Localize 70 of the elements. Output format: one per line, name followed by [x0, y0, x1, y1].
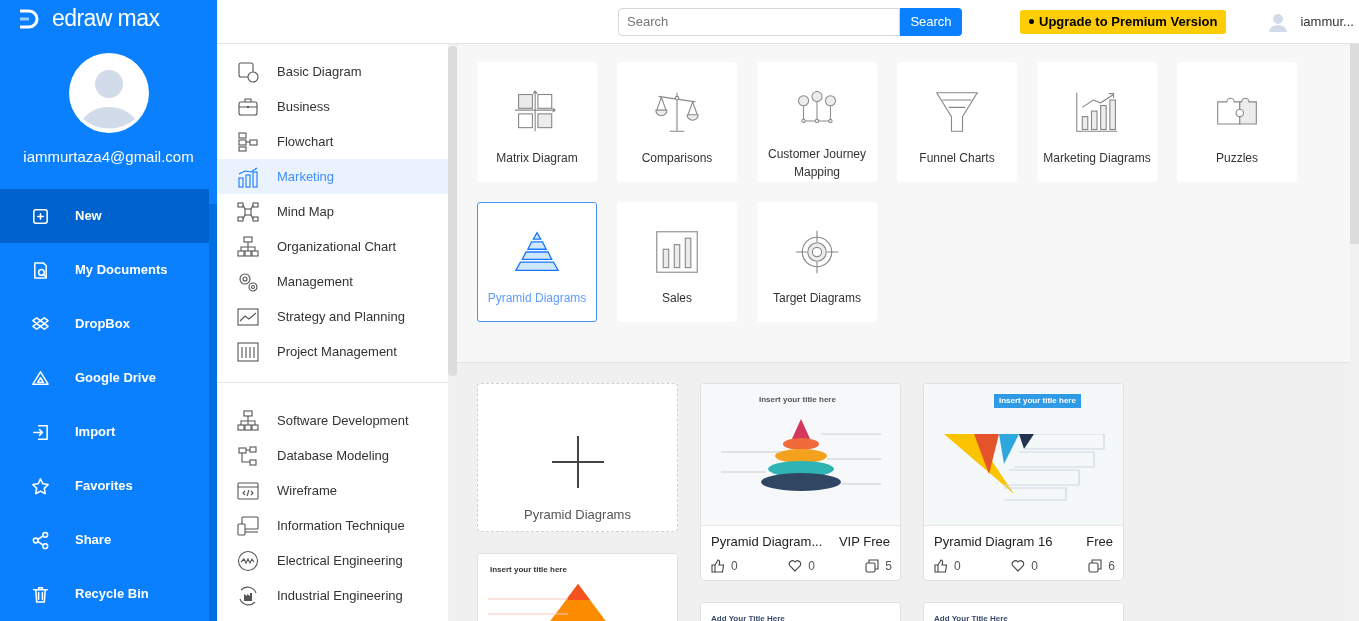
- template-name: Pyramid Diagram...: [711, 533, 823, 551]
- thumbs-up-count: 0: [731, 557, 738, 575]
- logo-text: edraw max: [52, 7, 160, 31]
- thumbs-up-icon[interactable]: [711, 558, 725, 573]
- funnel-icon: [934, 89, 980, 135]
- org-icon: [237, 235, 259, 258]
- avatar-icon: [68, 52, 149, 133]
- bars-icon: [237, 165, 259, 188]
- template-price: Free: [1086, 533, 1113, 551]
- import-icon: [31, 422, 50, 442]
- org-icon: [237, 409, 259, 432]
- star-icon: [31, 476, 50, 496]
- category-tile[interactable]: Marketing Diagrams: [1037, 62, 1157, 182]
- nav-item[interactable]: DropBox: [0, 297, 209, 351]
- nav-item[interactable]: Google Drive: [0, 351, 209, 405]
- category-tile[interactable]: Puzzles: [1177, 62, 1297, 182]
- template-card[interactable]: Insert your title here: [477, 553, 678, 621]
- heart-count: 0: [808, 557, 815, 575]
- category-tile[interactable]: Matrix Diagram: [477, 62, 597, 182]
- copy-icon[interactable]: [865, 558, 880, 573]
- template-name: Pyramid Diagram 16: [934, 533, 1053, 551]
- template-card[interactable]: Insert your title here Pyramid Diagram 16 Free 0 0 6: [923, 383, 1124, 581]
- thumbs-up-count: 0: [954, 557, 961, 575]
- scrollbar[interactable]: [448, 44, 457, 621]
- category-tile[interactable]: Funnel Charts: [897, 62, 1017, 182]
- search-input[interactable]: Search: [618, 7, 900, 36]
- template-card[interactable]: Insert your title here Pyramid Diagram... VIP Free 0 0 5: [700, 383, 901, 581]
- copy-count: 5: [885, 557, 892, 575]
- upgrade-button[interactable]: Upgrade to Premium Version: [1020, 9, 1227, 34]
- search-button[interactable]: Search: [900, 7, 962, 36]
- target-icon: [794, 229, 840, 275]
- category-tile[interactable]: Customer Journey Mapping: [757, 62, 877, 182]
- plus-icon: [551, 436, 604, 488]
- preview-title: Add Your Title Here: [934, 612, 1008, 621]
- heart-icon[interactable]: [788, 558, 803, 573]
- category-tile[interactable]: Comparisons: [617, 62, 737, 182]
- logo-icon: [18, 7, 40, 30]
- preview-title: Add Your Title Here: [711, 612, 785, 621]
- thumbs-up-icon[interactable]: [934, 558, 948, 573]
- nav-item[interactable]: Favorites: [0, 459, 209, 513]
- search-field[interactable]: Search Search: [618, 7, 962, 36]
- copy-icon[interactable]: [1088, 558, 1103, 573]
- nav-item[interactable]: Import: [0, 405, 209, 459]
- blank-template-card[interactable]: Pyramid Diagrams: [477, 383, 678, 532]
- nav-item[interactable]: Recycle Bin: [0, 567, 209, 621]
- trash-icon: [31, 584, 50, 604]
- sales-icon: [654, 229, 700, 275]
- template-card[interactable]: Add Your Title Here: [700, 601, 901, 621]
- template-price: VIP Free: [838, 533, 890, 551]
- category-tile[interactable]: Target Diagrams: [757, 202, 877, 322]
- category-tile[interactable]: Sales: [617, 202, 737, 322]
- user-email: iammurtaza4@gmail.com: [23, 146, 194, 167]
- username[interactable]: iammur...: [1300, 11, 1354, 32]
- heart-count: 0: [1031, 557, 1038, 575]
- copy-count: 6: [1108, 557, 1115, 575]
- code-icon: [237, 479, 259, 502]
- preview-title: Insert your title here: [759, 394, 836, 406]
- mindmap-icon: [237, 200, 259, 223]
- nav-item[interactable]: My Documents: [0, 243, 209, 297]
- heart-icon[interactable]: [1011, 558, 1026, 573]
- flow-icon: [237, 130, 259, 153]
- preview-title: Insert your title here: [994, 394, 1081, 408]
- share-icon: [31, 530, 50, 550]
- dot-icon: [1029, 19, 1034, 24]
- scrollbar[interactable]: [209, 204, 217, 621]
- briefcase-icon: [237, 95, 259, 118]
- nav-item[interactable]: New: [0, 189, 209, 243]
- nav-item[interactable]: Share: [0, 513, 209, 567]
- preview-title: Insert your title here: [490, 564, 567, 576]
- template-card[interactable]: Add Your Title Here: [923, 601, 1124, 621]
